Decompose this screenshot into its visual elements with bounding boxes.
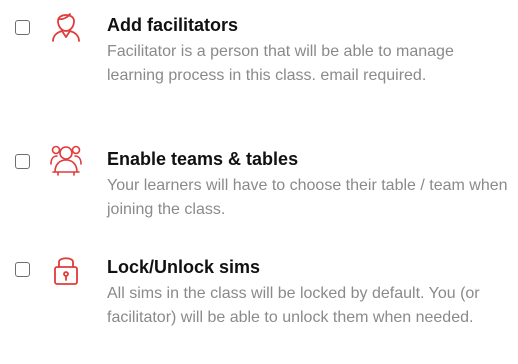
- facilitator-person-icon: [49, 8, 83, 42]
- lock-unlock-sims-description: All sims in the class will be locked by …: [107, 285, 480, 326]
- add-facilitators-checkbox[interactable]: [15, 20, 30, 35]
- padlock-icon: [49, 252, 83, 286]
- enable-teams-checkbox[interactable]: [15, 154, 30, 169]
- enable-teams-title: Enable teams & tables: [107, 149, 299, 169]
- add-facilitators-title: Add facilitators: [107, 15, 239, 35]
- lock-unlock-sims-title: Lock/Unlock sims: [107, 257, 261, 277]
- enable-teams-description: Your learners will have to choose their …: [107, 177, 508, 218]
- teams-group-icon: [49, 142, 83, 176]
- lock-unlock-sims-checkbox[interactable]: [15, 262, 30, 277]
- add-facilitators-description: Facilitator is a person that will be abl…: [107, 43, 454, 84]
